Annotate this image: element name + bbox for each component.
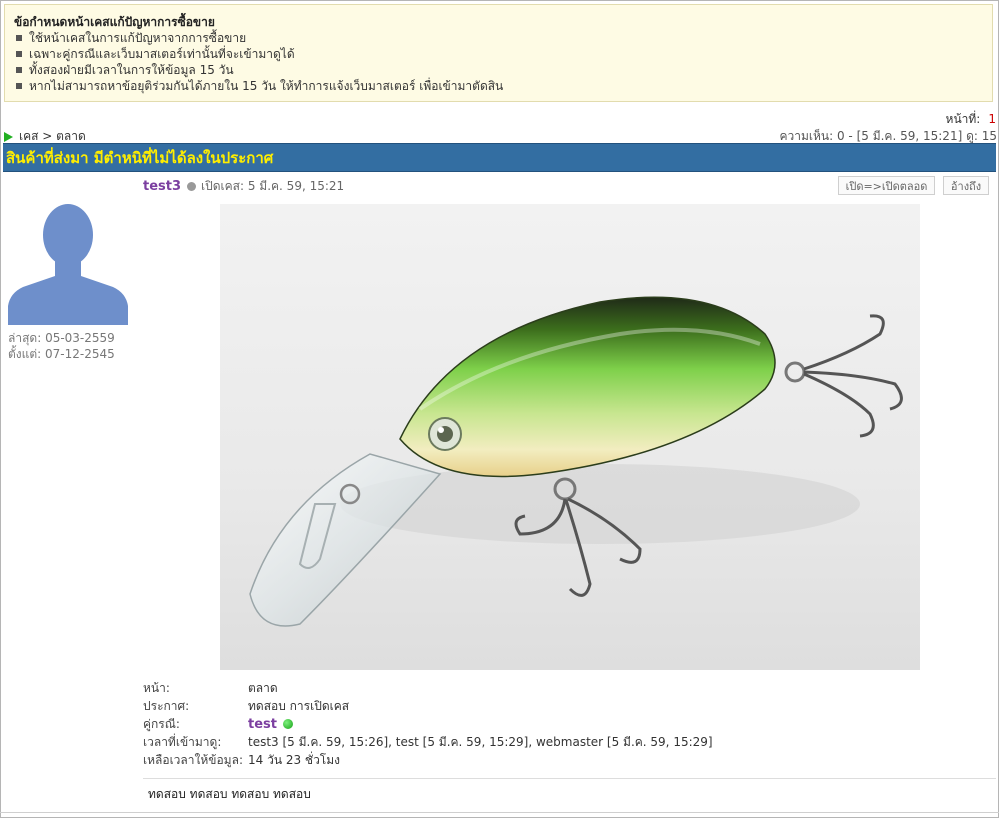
member-since: ตั้งแต่: 07-12-2545: [8, 347, 115, 361]
detail-row-post: ประกาศ: ทดสอบ การเปิดเคส: [143, 697, 713, 715]
notice-list: ใช้หน้าเคสในการแก้ปัญหาจากการซื้อขาย เฉพ…: [14, 30, 983, 94]
bullet-icon: [16, 83, 22, 89]
divider: [0, 812, 999, 813]
case-body: ทดสอบ ทดสอบ ทดสอบ ทดสอบ: [148, 787, 311, 801]
divider: [143, 778, 996, 779]
case-title-bar: สินค้าที่ส่งมา มีตำหนิที่ไม่ได้ลงในประกา…: [3, 143, 996, 172]
case-title: สินค้าที่ส่งมา มีตำหนิที่ไม่ได้ลงในประกา…: [6, 149, 274, 167]
detail-label: คู่กรณี:: [143, 717, 180, 731]
detail-row-page: หน้า: ตลาด: [143, 679, 713, 697]
detail-label: หน้า:: [143, 681, 170, 695]
list-item: หากไม่สามารถหาข้อยุติร่วมกันได้ภายใน 15 …: [14, 78, 983, 94]
quote-button[interactable]: อ้างถึง: [943, 176, 989, 195]
bullet-icon: [16, 51, 22, 57]
profile-meta: ล่าสุด: 05-03-2559 ตั้งแต่: 07-12-2545: [8, 330, 115, 362]
list-item: ทั้งสองฝ่ายมีเวลาในการให้ข้อมูล 15 วัน: [14, 62, 983, 78]
post-link[interactable]: ทดสอบ การเปิดเคส: [248, 697, 349, 715]
open-case-button[interactable]: เปิด=>เปิดตลอด: [838, 176, 935, 195]
detail-label: เวลาที่เข้ามาดู:: [143, 735, 222, 749]
party-username[interactable]: test: [248, 717, 277, 732]
opened-time: เปิดเคส: 5 มี.ค. 59, 15:21: [201, 179, 345, 193]
notice-title: ข้อกำหนดหน้าเคสแก้ปัญหาการซื้อขาย: [14, 15, 215, 29]
detail-row-remaining: เหลือเวลาให้ข้อมูล: 14 วัน 23 ชั่วโมง: [143, 751, 713, 769]
case-details: หน้า: ตลาด ประกาศ: ทดสอบ การเปิดเคส คู่ก…: [143, 679, 713, 769]
rules-notice: ข้อกำหนดหน้าเคสแก้ปัญหาการซื้อขาย ใช้หน้…: [4, 4, 993, 102]
fishing-lure-image: [249, 296, 903, 627]
list-item: ใช้หน้าเคสในการแก้ปัญหาจากการซื้อขาย: [14, 30, 983, 46]
user-silhouette-icon: [8, 192, 128, 325]
detail-value: test3 [5 มี.ค. 59, 15:26], test [5 มี.ค.…: [248, 735, 713, 749]
pager-current-page[interactable]: 1: [988, 112, 996, 126]
offline-status-icon: [187, 182, 197, 191]
poster-username[interactable]: test3: [143, 179, 181, 194]
pager-label: หน้าที่:: [945, 112, 981, 126]
detail-value: ตลาด: [248, 681, 278, 695]
detail-row-party: คู่กรณี: test: [143, 715, 713, 733]
detail-label: ประกาศ:: [143, 699, 190, 713]
list-item: เฉพาะคู่กรณีและเว็บมาสเตอร์เท่านั้นที่จะ…: [14, 46, 983, 62]
bullet-icon: [16, 35, 22, 41]
avatar: [8, 192, 128, 325]
post-image: [220, 204, 920, 670]
detail-row-visits: เวลาที่เข้ามาดู: test3 [5 มี.ค. 59, 15:2…: [143, 733, 713, 751]
bullet-icon: [16, 67, 22, 73]
post-header: test3 เปิดเคส: 5 มี.ค. 59, 15:21: [143, 177, 344, 196]
detail-value: 14 วัน 23 ชั่วโมง: [248, 753, 341, 767]
play-arrow-icon: [4, 131, 13, 142]
detail-label: เหลือเวลาให้ข้อมูล:: [143, 753, 243, 767]
last-active: ล่าสุด: 05-03-2559: [8, 331, 115, 345]
online-status-icon: [282, 719, 293, 729]
